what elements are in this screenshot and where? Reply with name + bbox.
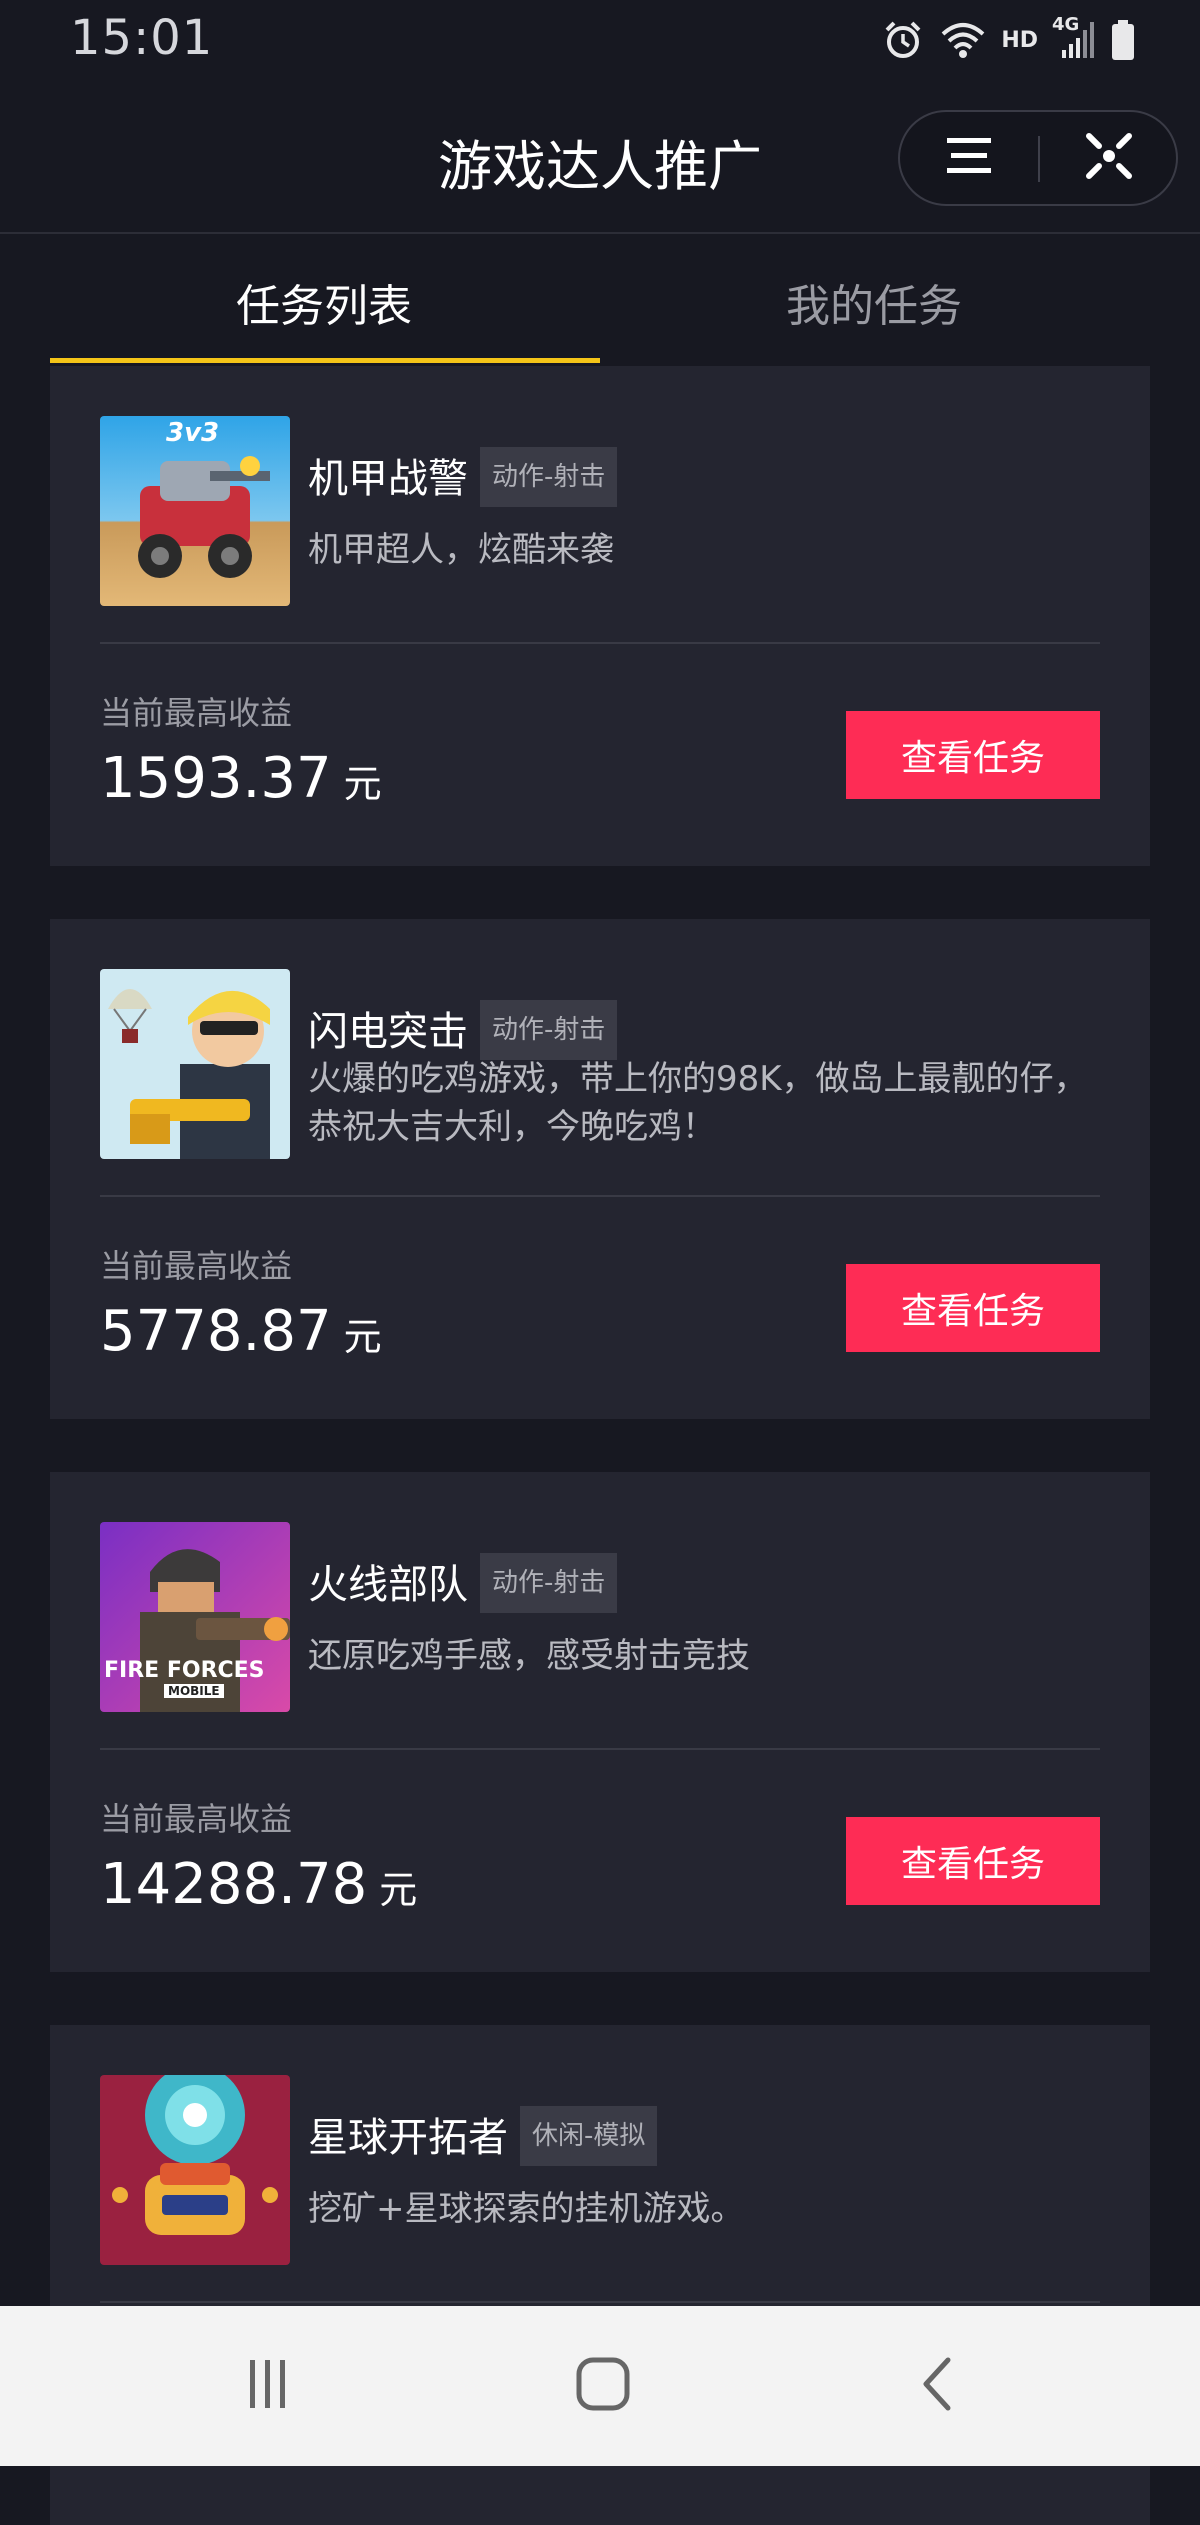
view-task-button[interactable]: 查看任务 (846, 711, 1100, 799)
earnings-value: 1593.37 元 (100, 746, 382, 811)
earnings-value: 14288.78 元 (100, 1852, 417, 1917)
game-title: 闪电突击 (308, 1009, 468, 1055)
card-divider (100, 1195, 1100, 1197)
close-button[interactable] (1040, 112, 1178, 204)
game-card: 3v3 机甲战警 动作-射击 机甲超人，炫酷来袭 当前最高收益 1593.37 元 … (50, 366, 1150, 866)
recents-button[interactable] (208, 2346, 328, 2426)
menu-button[interactable] (900, 112, 1038, 204)
system-nav-bar (0, 2306, 1200, 2466)
close-icon (1084, 131, 1134, 185)
status-bar: 15:01 HD 4G (0, 0, 1200, 82)
game-description: 还原吃鸡手感，感受射击竞技 (308, 1636, 750, 1676)
alarm-icon (881, 18, 925, 62)
recents-icon (238, 2354, 298, 2418)
view-task-button[interactable]: 查看任务 (846, 1817, 1100, 1905)
game-card: 闪电突击 动作-射击 火爆的吃鸡游戏，带上你的98K，做岛上最靓的仔，恭祝大吉大利… (50, 919, 1150, 1419)
menu-icon (945, 134, 993, 182)
card-divider (100, 2301, 1100, 2303)
status-icons: HD 4G (881, 14, 1136, 64)
tab-my-tasks[interactable]: 我的任务 (600, 270, 1148, 334)
battery-icon (1110, 18, 1136, 62)
card-divider (100, 1748, 1100, 1750)
tab-bar: 任务列表 我的任务 (0, 234, 1200, 364)
game-name: 星球开拓者 休闲-模拟 (308, 2105, 658, 2170)
game-icon-label: FIRE FORCES (104, 1658, 265, 1683)
game-icon-shandian (100, 969, 290, 1159)
earnings-label: 当前最高收益 (100, 694, 293, 732)
signal-icon: 4G (1052, 14, 1096, 62)
earnings-unit: 元 (343, 1315, 382, 1359)
earnings-amount: 1593.37 (100, 746, 332, 811)
game-icon-sublabel: MOBILE (164, 1684, 224, 1698)
game-description: 火爆的吃鸡游戏，带上你的98K，做岛上最靓的仔，恭祝大吉大利，今晚吃鸡！ (308, 1059, 1088, 1147)
game-description: 挖矿+星球探索的挂机游戏。 (308, 2189, 745, 2229)
game-icon-huoxian: FIRE FORCES MOBILE (100, 1522, 290, 1712)
game-tag: 休闲-模拟 (520, 2106, 658, 2166)
earnings-unit: 元 (379, 1868, 418, 1912)
view-task-button[interactable]: 查看任务 (846, 1264, 1100, 1352)
game-name: 火线部队 动作-射击 (308, 1552, 618, 1617)
back-icon (908, 2354, 968, 2418)
game-icon-jijia: 3v3 (100, 416, 290, 606)
game-card: FIRE FORCES MOBILE 火线部队 动作-射击 还原吃鸡手感，感受射击… (50, 1472, 1150, 1972)
game-icon-label: 3v3 (166, 418, 220, 448)
game-title: 机甲战警 (308, 456, 468, 502)
home-icon (573, 2354, 633, 2418)
game-name: 机甲战警 动作-射击 (308, 446, 618, 511)
game-description: 机甲超人，炫酷来袭 (308, 530, 614, 570)
game-tag: 动作-射击 (480, 447, 618, 507)
home-button[interactable] (543, 2346, 663, 2426)
mini-program-capsule (898, 110, 1178, 206)
game-tag: 动作-射击 (480, 1000, 618, 1060)
game-tag: 动作-射击 (480, 1553, 618, 1613)
earnings-label: 当前最高收益 (100, 1247, 293, 1285)
earnings-value: 5778.87 元 (100, 1299, 382, 1364)
game-icon-xingqiu (100, 2075, 290, 2265)
app-header: 游戏达人推广 (0, 82, 1200, 234)
game-title: 火线部队 (308, 1562, 468, 1608)
earnings-label: 当前最高收益 (100, 1800, 293, 1838)
back-button[interactable] (878, 2346, 998, 2426)
wifi-icon (939, 20, 987, 60)
earnings-amount: 14288.78 (100, 1852, 368, 1917)
active-tab-indicator (50, 358, 600, 363)
game-title: 星球开拓者 (308, 2115, 508, 2161)
card-divider (100, 642, 1100, 644)
status-time: 15:01 (70, 10, 214, 66)
hd-label: HD (1001, 27, 1038, 53)
earnings-amount: 5778.87 (100, 1299, 332, 1364)
earnings-unit: 元 (343, 762, 382, 806)
tab-task-list[interactable]: 任务列表 (50, 270, 598, 334)
